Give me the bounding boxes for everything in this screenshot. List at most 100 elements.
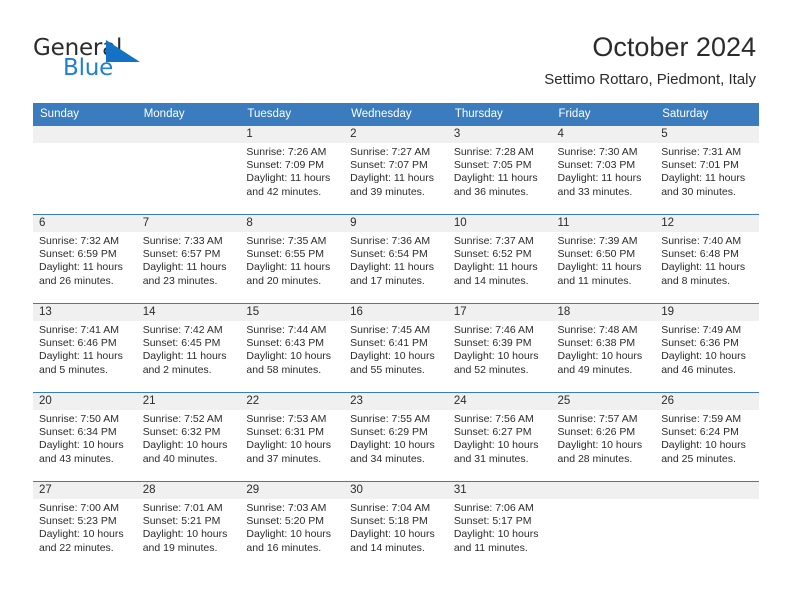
day-info: Sunrise: 7:42 AM Sunset: 6:45 PM Dayligh… [137,321,241,377]
general-blue-logo[interactable]: General Blue [33,36,223,84]
daylight-text-line1: Daylight: 11 hours [142,350,227,363]
day-number: 24 [447,393,552,410]
day-cell[interactable]: 5 Sunrise: 7:31 AM Sunset: 7:01 PM Dayli… [655,126,759,214]
day-info: Sunrise: 7:48 AM Sunset: 6:38 PM Dayligh… [552,321,656,377]
day-cell [136,126,241,214]
day-cell[interactable]: 24 Sunrise: 7:56 AM Sunset: 6:27 PM Dayl… [447,393,552,481]
week-row: 27 Sunrise: 7:00 AM Sunset: 5:23 PM Dayl… [33,481,759,570]
day-cell[interactable]: 26 Sunrise: 7:59 AM Sunset: 6:24 PM Dayl… [655,393,759,481]
day-cell[interactable]: 17 Sunrise: 7:46 AM Sunset: 6:39 PM Dayl… [447,304,552,392]
daylight-text-line2: and 46 minutes. [661,363,736,376]
day-cell[interactable]: 16 Sunrise: 7:45 AM Sunset: 6:41 PM Dayl… [344,304,448,392]
daylight-text-line1: Daylight: 11 hours [557,261,642,274]
day-number: 19 [655,304,759,321]
sunrise-text: Sunrise: 7:48 AM [557,324,638,336]
sunrise-text: Sunrise: 7:45 AM [350,324,431,336]
day-cell[interactable]: 7 Sunrise: 7:33 AM Sunset: 6:57 PM Dayli… [136,215,241,303]
day-number: 3 [447,126,552,143]
day-number: 5 [655,126,759,143]
daylight-text-line1: Daylight: 10 hours [453,350,539,363]
weekday-header-row: Sunday Monday Tuesday Wednesday Thursday… [33,103,759,126]
sunset-text: Sunset: 7:01 PM [661,159,739,172]
daylight-text-line1: Daylight: 11 hours [661,261,746,274]
daylight-text-line1: Daylight: 10 hours [661,439,746,452]
daylight-text-line1: Daylight: 10 hours [142,439,228,452]
daylight-text-line1: Daylight: 11 hours [350,172,434,185]
sunset-text: Sunset: 6:32 PM [142,426,221,439]
day-cell[interactable]: 10 Sunrise: 7:37 AM Sunset: 6:52 PM Dayl… [447,215,552,303]
sunset-text: Sunset: 5:21 PM [142,515,221,528]
daylight-text-line2: and 55 minutes. [350,363,425,376]
day-number: 30 [344,482,448,499]
day-cell[interactable]: 28 Sunrise: 7:01 AM Sunset: 5:21 PM Dayl… [136,482,241,570]
sunrise-text: Sunrise: 7:26 AM [246,146,327,158]
day-cell[interactable]: 3 Sunrise: 7:28 AM Sunset: 7:05 PM Dayli… [447,126,552,214]
day-cell[interactable]: 22 Sunrise: 7:53 AM Sunset: 6:31 PM Dayl… [240,393,345,481]
day-info: Sunrise: 7:33 AM Sunset: 6:57 PM Dayligh… [137,232,241,288]
daylight-text-line2: and 16 minutes. [246,541,322,554]
day-cell[interactable]: 13 Sunrise: 7:41 AM Sunset: 6:46 PM Dayl… [33,304,137,392]
daylight-text-line2: and 33 minutes. [557,185,633,198]
day-info: Sunrise: 7:28 AM Sunset: 7:05 PM Dayligh… [448,143,552,199]
week-row: 6 Sunrise: 7:32 AM Sunset: 6:59 PM Dayli… [33,214,759,303]
sunset-text: Sunset: 6:55 PM [246,248,325,261]
daylight-text-line2: and 34 minutes. [350,452,425,465]
page-header: General Blue October 2024 Settimo Rottar… [0,0,792,100]
day-cell[interactable]: 23 Sunrise: 7:55 AM Sunset: 6:29 PM Dayl… [344,393,448,481]
weekday-header-friday: Friday [558,108,591,120]
day-number: 7 [136,215,241,232]
daylight-text-line2: and 28 minutes. [557,452,633,465]
day-cell[interactable]: 19 Sunrise: 7:49 AM Sunset: 6:36 PM Dayl… [655,304,759,392]
sunset-text: Sunset: 6:39 PM [453,337,532,350]
daylight-text-line2: and 11 minutes. [557,274,632,287]
day-cell[interactable]: 2 Sunrise: 7:27 AM Sunset: 7:07 PM Dayli… [344,126,448,214]
title-block: October 2024 Settimo Rottaro, Piedmont, … [544,30,756,89]
day-cell[interactable]: 6 Sunrise: 7:32 AM Sunset: 6:59 PM Dayli… [33,215,137,303]
sunrise-text: Sunrise: 7:27 AM [350,146,431,158]
day-cell[interactable]: 20 Sunrise: 7:50 AM Sunset: 6:34 PM Dayl… [33,393,137,481]
day-number: 21 [136,393,241,410]
day-cell[interactable]: 25 Sunrise: 7:57 AM Sunset: 6:26 PM Dayl… [551,393,656,481]
day-cell[interactable]: 31 Sunrise: 7:06 AM Sunset: 5:17 PM Dayl… [447,482,552,570]
sunrise-text: Sunrise: 7:53 AM [246,413,327,425]
daylight-text-line1: Daylight: 11 hours [453,261,538,274]
day-info: Sunrise: 7:32 AM Sunset: 6:59 PM Dayligh… [33,232,137,288]
day-cell[interactable]: 12 Sunrise: 7:40 AM Sunset: 6:48 PM Dayl… [655,215,759,303]
day-cell[interactable]: 1 Sunrise: 7:26 AM Sunset: 7:09 PM Dayli… [240,126,345,214]
day-cell[interactable]: 14 Sunrise: 7:42 AM Sunset: 6:45 PM Dayl… [136,304,241,392]
day-cell[interactable]: 8 Sunrise: 7:35 AM Sunset: 6:55 PM Dayli… [240,215,345,303]
daylight-text-line2: and 11 minutes. [453,541,528,554]
day-cell[interactable]: 18 Sunrise: 7:48 AM Sunset: 6:38 PM Dayl… [551,304,656,392]
day-number: 9 [344,215,448,232]
sunrise-text: Sunrise: 7:30 AM [557,146,638,158]
daylight-text-line2: and 5 minutes. [39,363,108,376]
day-cell[interactable]: 27 Sunrise: 7:00 AM Sunset: 5:23 PM Dayl… [33,482,137,570]
day-cell[interactable]: 15 Sunrise: 7:44 AM Sunset: 6:43 PM Dayl… [240,304,345,392]
day-info: Sunrise: 7:00 AM Sunset: 5:23 PM Dayligh… [33,499,137,555]
weekday-header-tuesday: Tuesday [247,108,292,120]
sunset-text: Sunset: 5:23 PM [39,515,117,528]
sunset-text: Sunset: 6:48 PM [661,248,739,261]
daylight-text-line2: and 17 minutes. [350,274,425,287]
sunset-text: Sunset: 6:54 PM [350,248,428,261]
day-number: 13 [33,304,137,321]
daylight-text-line2: and 31 minutes. [453,452,529,465]
sunset-text: Sunset: 6:45 PM [142,337,221,350]
day-cell[interactable]: 11 Sunrise: 7:39 AM Sunset: 6:50 PM Dayl… [551,215,656,303]
sunset-text: Sunset: 6:29 PM [350,426,428,439]
day-cell[interactable]: 21 Sunrise: 7:52 AM Sunset: 6:32 PM Dayl… [136,393,241,481]
sunset-text: Sunset: 5:17 PM [453,515,532,528]
day-cell[interactable]: 4 Sunrise: 7:30 AM Sunset: 7:03 PM Dayli… [551,126,656,214]
sunrise-text: Sunrise: 7:49 AM [661,324,742,336]
daylight-text-line2: and 20 minutes. [246,274,322,287]
sunrise-text: Sunrise: 7:01 AM [142,502,223,514]
day-cell[interactable]: 9 Sunrise: 7:36 AM Sunset: 6:54 PM Dayli… [344,215,448,303]
day-number: 18 [551,304,656,321]
daylight-text-line2: and 22 minutes. [39,541,114,554]
day-number: 26 [655,393,759,410]
sunrise-text: Sunrise: 7:31 AM [661,146,742,158]
day-info: Sunrise: 7:44 AM Sunset: 6:43 PM Dayligh… [240,321,344,377]
day-cell[interactable]: 29 Sunrise: 7:03 AM Sunset: 5:20 PM Dayl… [240,482,345,570]
day-cell[interactable]: 30 Sunrise: 7:04 AM Sunset: 5:18 PM Dayl… [344,482,448,570]
daylight-text-line1: Daylight: 10 hours [246,350,332,363]
